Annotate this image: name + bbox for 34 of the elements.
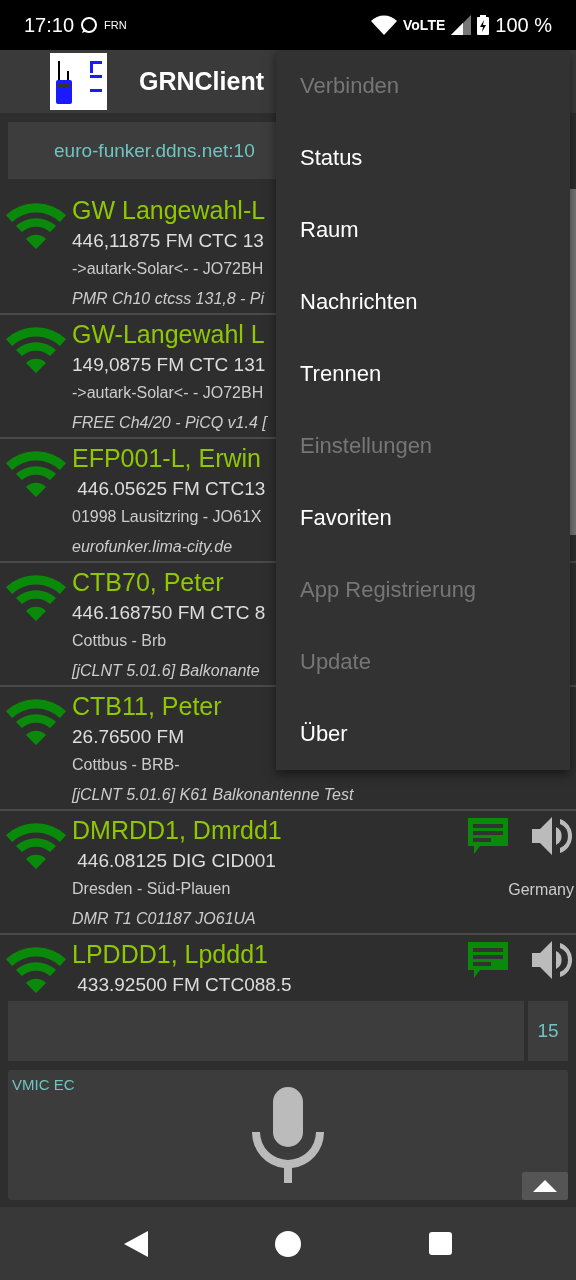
battery-level: 100 %	[495, 13, 552, 37]
station-name: DMRDD1, Dmrdd1	[72, 815, 282, 846]
network-label: VoLTE	[403, 17, 446, 33]
station-frequency: 446.168750 FM CTC 8	[72, 601, 266, 625]
clock: 17:10	[24, 13, 75, 37]
station-note: PMR Ch10 ctcss 131,8 - Pi	[72, 289, 265, 309]
station-frequency: 446,11875 FM CTC 13	[72, 229, 264, 253]
station-frequency: 433.92500 FM CTC088.5	[76, 973, 292, 993]
station-name: GW-Langewahl L	[72, 319, 265, 350]
app-title: GRNClient	[139, 67, 264, 96]
station-note: eurofunker.lima-city.de	[72, 537, 233, 557]
station-name: CTB11, Peter	[72, 691, 222, 722]
character-counter: 15	[528, 1001, 568, 1061]
station-location: ->autark-Solar<- - JO72BH	[72, 383, 264, 403]
station-location: ->autark-Solar<- - JO72BH	[72, 259, 264, 279]
station-country: Germany	[508, 881, 574, 899]
mic-mode-label: VMIC EC	[12, 1076, 75, 1093]
station-frequency: 446.08125 DIG CID001	[76, 849, 276, 873]
station-location: Cottbus - Brb	[72, 631, 167, 651]
station-note: FREE Ch4/20 - PiCQ v1.4 [	[72, 413, 267, 433]
station-frequency: 446.05625 FM CTC13	[76, 477, 266, 501]
station-name: LPDDD1, Lpddd1	[72, 939, 268, 970]
station-note: [jCLNT 5.01.6] Balkonante	[72, 661, 260, 681]
station-note: DMR T1 C01187 JO61UA	[72, 909, 256, 929]
station-name: EFP001-L, Erwin	[72, 443, 261, 474]
station-frequency: 149,0875 FM CTC 131	[72, 353, 266, 377]
station-name: CTB70, Peter	[72, 567, 224, 598]
station-location: Dresden - Süd-Plauen	[72, 879, 231, 899]
station-location: Cottbus - BRB-	[72, 755, 180, 775]
station-name: GW Langewahl-L	[72, 195, 266, 226]
station-location: 01998 Lausitzring - JO61X	[72, 507, 262, 527]
station-note: [jCLNT 5.01.6] K61 Balkonantenne Test	[72, 785, 354, 805]
notification-label: FRN	[104, 19, 127, 31]
station-frequency: 26.76500 FM	[72, 725, 184, 749]
